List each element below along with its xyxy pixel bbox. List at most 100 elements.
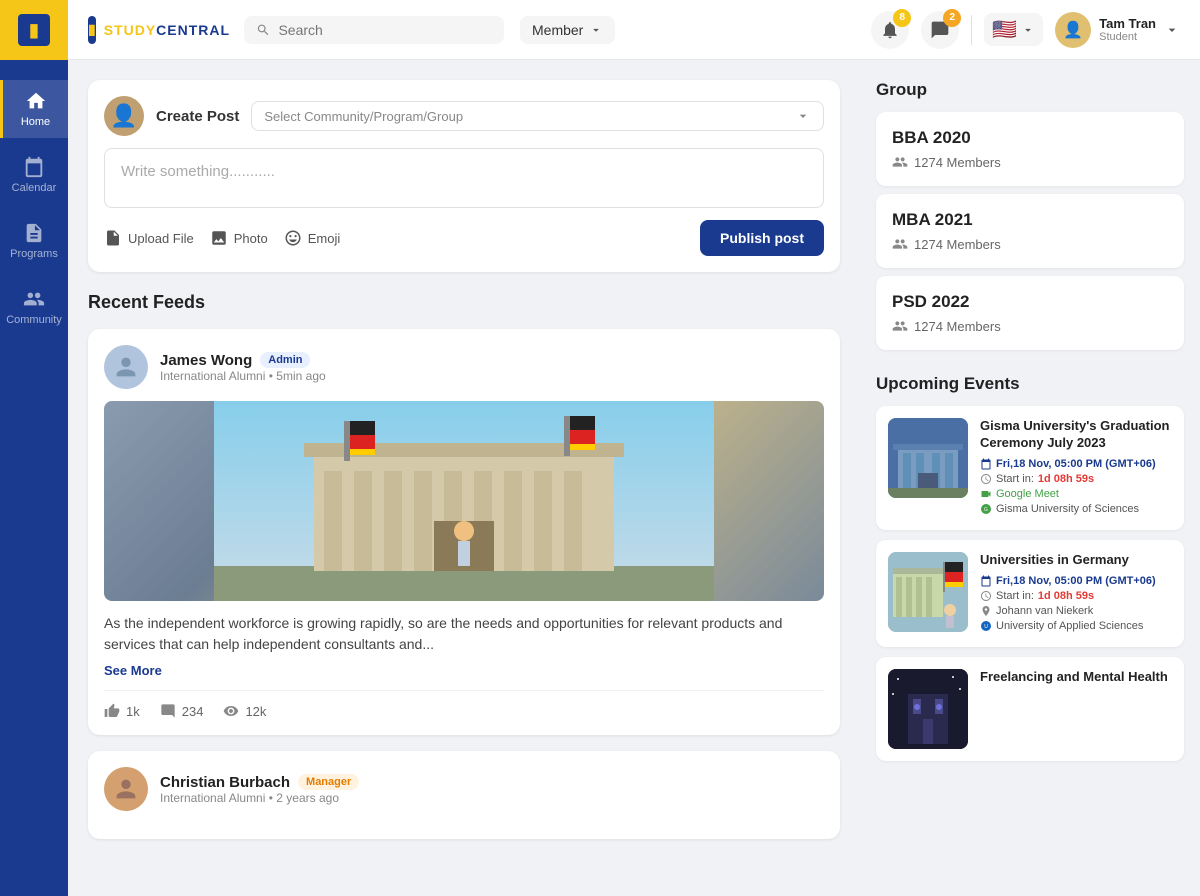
- feed-badge-1: Admin: [260, 352, 310, 368]
- event-card-1[interactable]: Gisma University's Graduation Ceremony J…: [876, 406, 1184, 530]
- feed-header-1: James Wong Admin International Alumni • …: [104, 345, 824, 389]
- notifications-button[interactable]: 8: [871, 11, 909, 49]
- event-date-1: Fri,18 Nov, 05:00 PM (GMT+06): [980, 458, 1172, 470]
- group-card-mba[interactable]: MBA 2021 1274 Members: [876, 194, 1184, 268]
- feed-user-info-2: Christian Burbach Manager International …: [160, 774, 359, 805]
- event-start-1: Start in: 1d 08h 59s: [980, 473, 1172, 485]
- feed-image-placeholder-1: [104, 401, 824, 601]
- groups-title: Group: [876, 80, 1184, 100]
- sidebar-item-programs[interactable]: Programs: [0, 212, 68, 270]
- sidebar-label-home: Home: [21, 116, 50, 128]
- community-chevron-icon: [795, 108, 811, 124]
- event-image-2: [888, 552, 968, 632]
- feed-post-image-1: [104, 401, 824, 601]
- comments-count: 234: [182, 704, 204, 719]
- emoji-button[interactable]: Emoji: [284, 229, 341, 247]
- avatar: 👤: [1055, 12, 1091, 48]
- feed-user-name-1: James Wong: [160, 352, 252, 369]
- language-selector[interactable]: 🇺🇸: [984, 13, 1043, 46]
- members-icon-bba: [892, 154, 908, 170]
- event-title-1: Gisma University's Graduation Ceremony J…: [980, 418, 1172, 452]
- user-silhouette-icon-2: [112, 775, 140, 803]
- event-org-1: G Gisma University of Sciences: [980, 503, 1172, 515]
- publish-button[interactable]: Publish post: [700, 220, 824, 256]
- feed-user-info-1: James Wong Admin International Alumni • …: [160, 352, 326, 383]
- event-venue-1: Google Meet: [980, 488, 1172, 500]
- feed-meta-2: International Alumni • 2 years ago: [160, 791, 359, 805]
- members-icon-mba: [892, 236, 908, 252]
- svg-text:G: G: [984, 507, 988, 513]
- photo-button[interactable]: Photo: [210, 229, 268, 247]
- group-name-bba: BBA 2020: [892, 128, 1168, 148]
- community-placeholder: Select Community/Program/Group: [264, 109, 463, 124]
- events-title: Upcoming Events: [876, 374, 1184, 394]
- upload-file-button[interactable]: Upload File: [104, 229, 194, 247]
- community-select[interactable]: Select Community/Program/Group: [251, 101, 824, 131]
- feed-column: 👤 Create Post Select Community/Program/G…: [68, 60, 860, 896]
- member-dropdown[interactable]: Member: [520, 16, 615, 44]
- views-stat: 12k: [223, 703, 266, 719]
- create-post-avatar: 👤: [104, 96, 144, 136]
- search-bar[interactable]: [244, 16, 504, 44]
- feed-avatar-2: [104, 767, 148, 811]
- sidebar-label-community: Community: [6, 314, 62, 326]
- messages-button[interactable]: 2: [921, 11, 959, 49]
- feed-header-2: Christian Burbach Manager International …: [104, 767, 824, 811]
- group-card-psd[interactable]: PSD 2022 1274 Members: [876, 276, 1184, 350]
- event-date-2: Fri,18 Nov, 05:00 PM (GMT+06): [980, 575, 1172, 587]
- user-profile[interactable]: 👤 Tam Tran Student: [1055, 12, 1180, 48]
- user-name: Tam Tran: [1099, 16, 1156, 31]
- photo-icon: [210, 229, 228, 247]
- event-card-2[interactable]: Universities in Germany Fri,18 Nov, 05:0…: [876, 540, 1184, 647]
- brand-name: STUDYCENTRAL: [104, 22, 230, 38]
- feed-stats-1: 1k 234 12k: [104, 690, 824, 719]
- write-placeholder: Write something...........: [121, 163, 275, 180]
- topbar-right: 8 2 🇺🇸 👤 Tam Tran Student: [871, 11, 1180, 49]
- likes-stat[interactable]: 1k: [104, 703, 140, 719]
- see-more-1[interactable]: See More: [104, 663, 824, 678]
- comments-stat[interactable]: 234: [160, 703, 204, 719]
- write-input[interactable]: Write something...........: [104, 148, 824, 208]
- location-icon: [980, 605, 992, 617]
- event-card-3[interactable]: Freelancing and Mental Health: [876, 657, 1184, 761]
- views-icon: [223, 703, 239, 719]
- feed-card-2: Christian Burbach Manager International …: [88, 751, 840, 839]
- sidebar: ▮ Home Calendar Programs Community: [0, 0, 68, 896]
- group-members-mba: 1274 Members: [892, 236, 1168, 252]
- sidebar-nav: Home Calendar Programs Community: [0, 60, 68, 336]
- feed-user-name-row-2: Christian Burbach Manager: [160, 774, 359, 791]
- group-card-bba[interactable]: BBA 2020 1274 Members: [876, 112, 1184, 186]
- sidebar-item-calendar[interactable]: Calendar: [0, 146, 68, 204]
- create-post-card: 👤 Create Post Select Community/Program/G…: [88, 80, 840, 272]
- app-brand: ▮ STUDYCENTRAL: [88, 16, 228, 44]
- event-dark-img: [888, 669, 968, 749]
- sidebar-item-community[interactable]: Community: [0, 278, 68, 336]
- group-members-psd: 1274 Members: [892, 318, 1168, 334]
- event-venue-2: Johann van Niekerk: [980, 605, 1172, 617]
- user-chevron-icon: [1164, 22, 1180, 38]
- svg-text:U: U: [984, 624, 988, 630]
- calendar-icon-sm: [980, 458, 992, 470]
- clock-icon-sm: [980, 473, 992, 485]
- avatar-image: 👤: [1063, 20, 1083, 40]
- event-germany-img: [888, 552, 968, 632]
- like-icon: [104, 703, 120, 719]
- create-post-header: 👤 Create Post Select Community/Program/G…: [104, 96, 824, 136]
- feed-avatar-1: [104, 345, 148, 389]
- feed-meta-1: International Alumni • 5min ago: [160, 369, 326, 383]
- user-info: Tam Tran Student: [1099, 16, 1156, 43]
- topbar: ▮ STUDYCENTRAL Member 8 2 🇺🇸: [68, 0, 1200, 60]
- programs-icon: [23, 222, 45, 244]
- calendar-icon-sm-2: [980, 575, 992, 587]
- notifications-badge: 8: [893, 9, 911, 27]
- home-icon: [25, 90, 47, 112]
- event-image-3: [888, 669, 968, 749]
- language-chevron-icon: [1021, 23, 1035, 37]
- user-role: Student: [1099, 31, 1156, 43]
- event-title-2: Universities in Germany: [980, 552, 1172, 569]
- org-icon: G: [980, 503, 992, 515]
- group-name-mba: MBA 2021: [892, 210, 1168, 230]
- search-input[interactable]: [278, 22, 492, 38]
- org-icon-2: U: [980, 620, 992, 632]
- sidebar-item-home[interactable]: Home: [0, 80, 68, 138]
